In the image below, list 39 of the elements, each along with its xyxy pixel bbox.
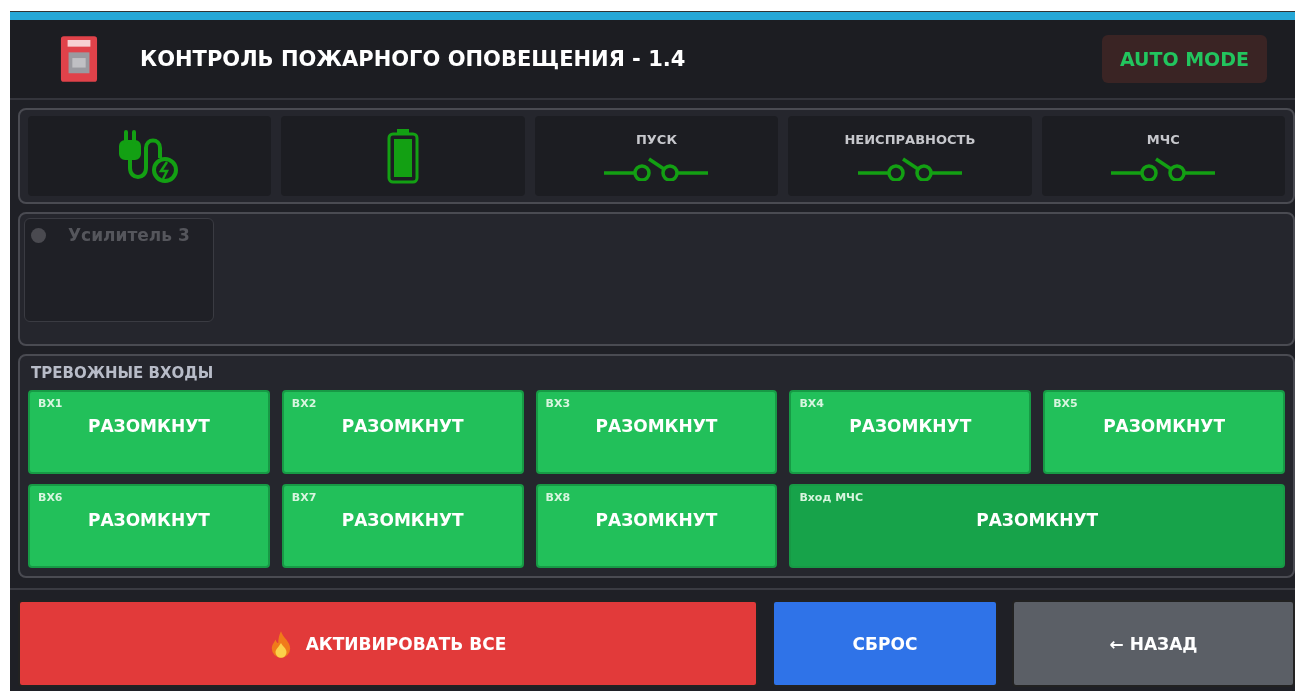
activate-all-button[interactable]: АКТИВИРОВАТЬ ВСЕ (18, 600, 758, 687)
input-state: РАЗОМКНУТ (595, 416, 718, 436)
mode-badge: AUTO MODE (1101, 35, 1267, 83)
input-state: РАЗОМКНУТ (87, 416, 210, 436)
alarm-input-tile[interactable]: ВХ4 РАЗОМКНУТ (789, 390, 1032, 474)
input-label: ВХ3 (545, 397, 571, 410)
status-label: МЧС (1146, 131, 1180, 147)
alarm-input-tile[interactable]: ВХ7 РАЗОМКНУТ (281, 484, 524, 568)
input-label: ВХ7 (291, 491, 317, 504)
alarm-input-tile[interactable]: ВХ8 РАЗОМКНУТ (535, 484, 778, 568)
input-state: РАЗОМКНУТ (341, 510, 464, 530)
alarm-input-tile[interactable]: ВХ6 РАЗОМКНУТ (28, 484, 270, 568)
alarm-input-tile[interactable]: ВХ5 РАЗОМКНУТ (1043, 390, 1285, 474)
reset-button[interactable]: СБРОС (772, 600, 998, 687)
alarm-input-tile[interactable]: ВХ3 РАЗОМКНУТ (535, 390, 778, 474)
input-state: РАЗОМКНУТ (341, 416, 464, 436)
alarm-input-tile[interactable]: ВХ1 РАЗОМКНУТ (28, 390, 270, 474)
input-label: ВХ2 (291, 397, 317, 410)
input-label: ВХ8 (545, 491, 571, 504)
input-state: РАЗОМКНУТ (87, 510, 210, 530)
page-title: КОНТРОЛЬ ПОЖАРНОГО ОПОВЕЩЕНИЯ - 1.4 (140, 47, 687, 71)
input-state: РАЗОМКНУТ (595, 510, 718, 530)
input-label: ВХ1 (38, 397, 63, 410)
alarm-input-tile[interactable]: ВХ2 РАЗОМКНУТ (281, 390, 524, 474)
input-state: РАЗОМКНУТ (1103, 416, 1226, 436)
back-button[interactable]: ← НАЗАД (1012, 600, 1295, 687)
input-state: РАЗОМКНУТ (849, 416, 972, 436)
input-state: РАЗОМКНУТ (976, 510, 1099, 530)
status-label: НЕИСПРАВНОСТЬ (844, 131, 976, 147)
status-label: ПУСК (635, 131, 678, 147)
battery-icon (386, 128, 421, 184)
section-title: ТРЕВОЖНЫЕ ВХОДЫ (31, 364, 215, 382)
fire-alarm-icon (60, 35, 98, 83)
input-label: ВХ4 (799, 397, 824, 410)
input-label: Вход МЧС (799, 491, 864, 504)
flame-icon (269, 629, 292, 658)
input-label: ВХ5 (1053, 397, 1078, 410)
alarm-input-tile[interactable]: Вход МЧС РАЗОМКНУТ (789, 484, 1285, 568)
input-label: ВХ6 (38, 491, 63, 504)
